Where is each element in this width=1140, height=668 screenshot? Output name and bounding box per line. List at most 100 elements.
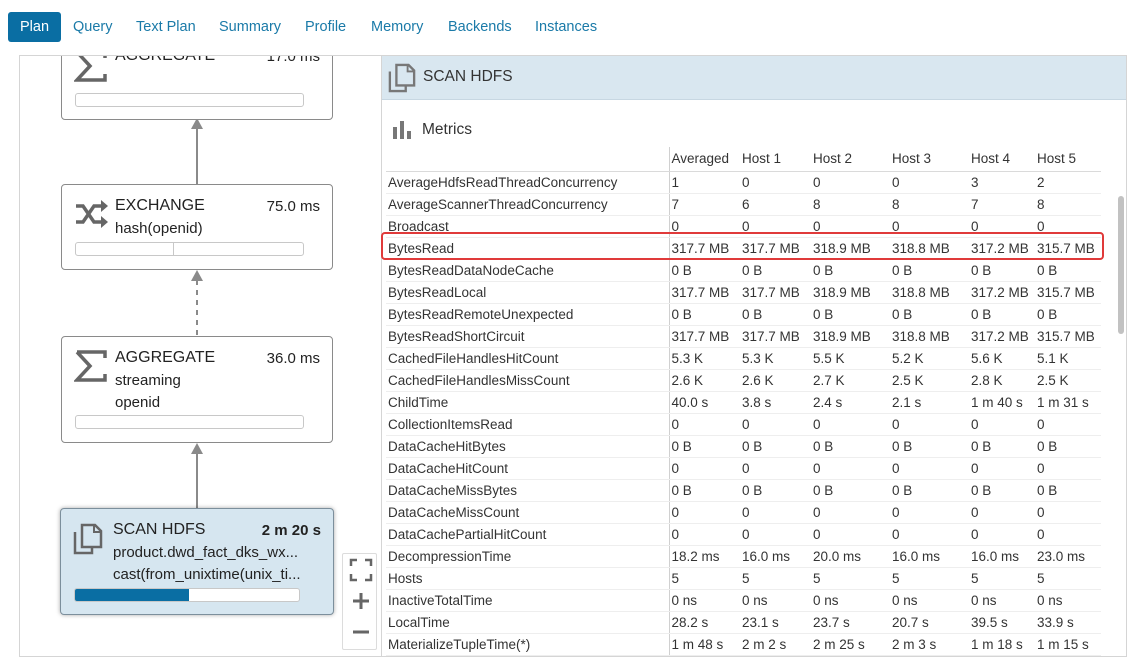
table-row: ChildTime 40.0 s 3.8 s 2.4 s 2.1 s1 m 40 s1 … xyxy=(386,391,1101,414)
copy-icon xyxy=(73,523,107,557)
metric-value: 5 xyxy=(969,567,1035,590)
metric-value: 0 B xyxy=(811,259,890,282)
metric-value: 0 xyxy=(668,523,740,546)
node-detail: product.dwd_fact_dks_wx... xyxy=(113,544,299,561)
metric-value: 2.6 K xyxy=(740,369,811,392)
bar-chart-icon xyxy=(392,121,412,144)
node-detail: streaming xyxy=(115,372,181,389)
metric-name: BytesReadLocal xyxy=(386,281,669,304)
metric-value: 0 B xyxy=(668,259,740,282)
metric-value: 0 xyxy=(811,457,890,480)
metric-value: 0 xyxy=(890,171,969,194)
metric-name: CollectionItemsRead xyxy=(386,413,669,436)
table-row: Broadcast 0 0 0 0 0 0 xyxy=(386,215,1101,238)
metric-value: 0 B xyxy=(890,303,969,326)
tab-instances[interactable]: Instances xyxy=(527,12,605,42)
metric-value: 318.9 MB xyxy=(811,325,890,348)
metric-value: 1 xyxy=(668,171,740,194)
metric-name: LocalTime xyxy=(386,611,669,634)
plan-graph[interactable]: AGGREGATE 17.0 ms EXCHANGE 75.0 ms hash(… xyxy=(19,55,382,657)
tab-text-plan[interactable]: Text Plan xyxy=(128,12,204,42)
metric-value: 7 xyxy=(668,193,740,216)
metric-value: 6 xyxy=(740,193,811,216)
metric-value: 0 B xyxy=(890,259,969,282)
table-row: DataCacheHitCount 0 0 0 0 0 0 xyxy=(386,457,1101,480)
metric-value: 0 xyxy=(811,501,890,524)
fullscreen-icon[interactable] xyxy=(343,554,378,584)
metric-value: 318.8 MB xyxy=(890,281,969,304)
metric-value: 0 B xyxy=(740,479,811,502)
node-progress-bar xyxy=(75,242,304,256)
metric-value: 16.0 ms xyxy=(890,545,969,568)
metric-value: 317.2 MB xyxy=(969,325,1035,348)
plan-node-aggregate-streaming[interactable]: AGGREGATE 36.0 ms streaming openid xyxy=(61,336,333,443)
metric-value: 0 B xyxy=(969,303,1035,326)
metric-value: 317.7 MB xyxy=(668,281,740,304)
tab-backends[interactable]: Backends xyxy=(440,12,520,42)
metric-value: 0 xyxy=(890,457,969,480)
metric-name: CachedFileHandlesHitCount xyxy=(386,347,669,370)
tab-memory[interactable]: Memory xyxy=(363,12,431,42)
metric-value: 315.7 MB xyxy=(1035,281,1101,304)
plan-node-aggregate-final[interactable]: AGGREGATE 17.0 ms xyxy=(61,55,333,120)
metric-value: 0 xyxy=(811,523,890,546)
scrollbar[interactable] xyxy=(1118,196,1124,334)
metric-value: 5.1 K xyxy=(1035,347,1101,370)
metric-name: Hosts xyxy=(386,567,669,590)
metric-value: 0 xyxy=(969,215,1035,238)
node-time: 17.0 ms xyxy=(266,55,320,65)
metric-name: DataCacheMissCount xyxy=(386,501,669,524)
metric-value: 0 xyxy=(668,501,740,524)
tab-profile[interactable]: Profile xyxy=(297,12,354,42)
metric-value: 23.1 s xyxy=(740,611,811,634)
metric-value: 317.7 MB xyxy=(668,237,740,260)
metric-value: 3.8 s xyxy=(740,391,811,414)
metric-name: AverageHdfsReadThreadConcurrency xyxy=(386,171,669,194)
zoom-in-icon[interactable] xyxy=(343,587,378,617)
metric-name: BytesReadDataNodeCache xyxy=(386,259,669,282)
metric-value: 0 xyxy=(668,457,740,480)
node-detail: hash(openid) xyxy=(115,220,203,237)
metric-value: 0 xyxy=(811,171,890,194)
table-row: DataCacheMissBytes 0 B0 B0 B0 B0 B0 B xyxy=(386,479,1101,502)
metric-value: 0 xyxy=(969,413,1035,436)
detail-title: SCAN HDFS xyxy=(423,68,513,85)
metric-value: 315.7 MB xyxy=(1035,237,1101,260)
metric-value: 16.0 ms xyxy=(969,545,1035,568)
metric-name: DecompressionTime xyxy=(386,545,669,568)
metric-value: 3 xyxy=(969,171,1035,194)
metric-value: 2.7 K xyxy=(811,369,890,392)
node-progress-bar xyxy=(74,588,300,602)
column-header: Host 4 xyxy=(969,147,1035,172)
column-header: Host 3 xyxy=(890,147,969,172)
table-row: DataCacheMissCount 0 0 0 0 0 0 xyxy=(386,501,1101,524)
metric-value: 16.0 ms xyxy=(740,545,811,568)
metric-value: 318.9 MB xyxy=(811,237,890,260)
node-detail-panel[interactable]: SCAN HDFS Metrics Averaged Host 1 Host 2… xyxy=(382,55,1127,657)
metric-name: CachedFileHandlesMissCount xyxy=(386,369,669,392)
metric-value: 0 xyxy=(969,523,1035,546)
metric-value: 0 xyxy=(740,215,811,238)
metric-value: 0 xyxy=(1035,523,1101,546)
metric-value: 39.5 s xyxy=(969,611,1035,634)
plan-node-scan-hdfs[interactable]: SCAN HDFS 2 m 20 s product.dwd_fact_dks_… xyxy=(60,508,334,615)
metric-value: 317.7 MB xyxy=(740,281,811,304)
metric-value: 1 m 48 s xyxy=(668,633,740,656)
metric-value: 40.0 s xyxy=(668,391,740,414)
table-row: BytesRead 317.7 MB 317.7 MB 318.9 MB 318.8 M… xyxy=(386,237,1101,260)
metric-value: 0 B xyxy=(740,303,811,326)
tab-plan[interactable]: Plan xyxy=(8,12,62,42)
metric-value: 0 B xyxy=(740,435,811,458)
table-row: Hosts 5 5 5 5 5 5 xyxy=(386,567,1101,590)
metric-name: Broadcast xyxy=(386,215,669,238)
table-row: MaterializeTupleTime(*) 1 m 48 s2 m 2 s2 … xyxy=(386,633,1101,656)
metric-name: DataCacheMissBytes xyxy=(386,479,669,502)
tab-summary[interactable]: Summary xyxy=(211,12,289,42)
column-header xyxy=(386,147,669,172)
tab-query[interactable]: Query xyxy=(65,12,121,42)
plan-node-exchange[interactable]: EXCHANGE 75.0 ms hash(openid) xyxy=(61,184,333,270)
zoom-out-icon[interactable] xyxy=(343,618,378,648)
metric-value: 0 B xyxy=(969,435,1035,458)
metric-value: 0 xyxy=(1035,413,1101,436)
metric-value: 5 xyxy=(890,567,969,590)
